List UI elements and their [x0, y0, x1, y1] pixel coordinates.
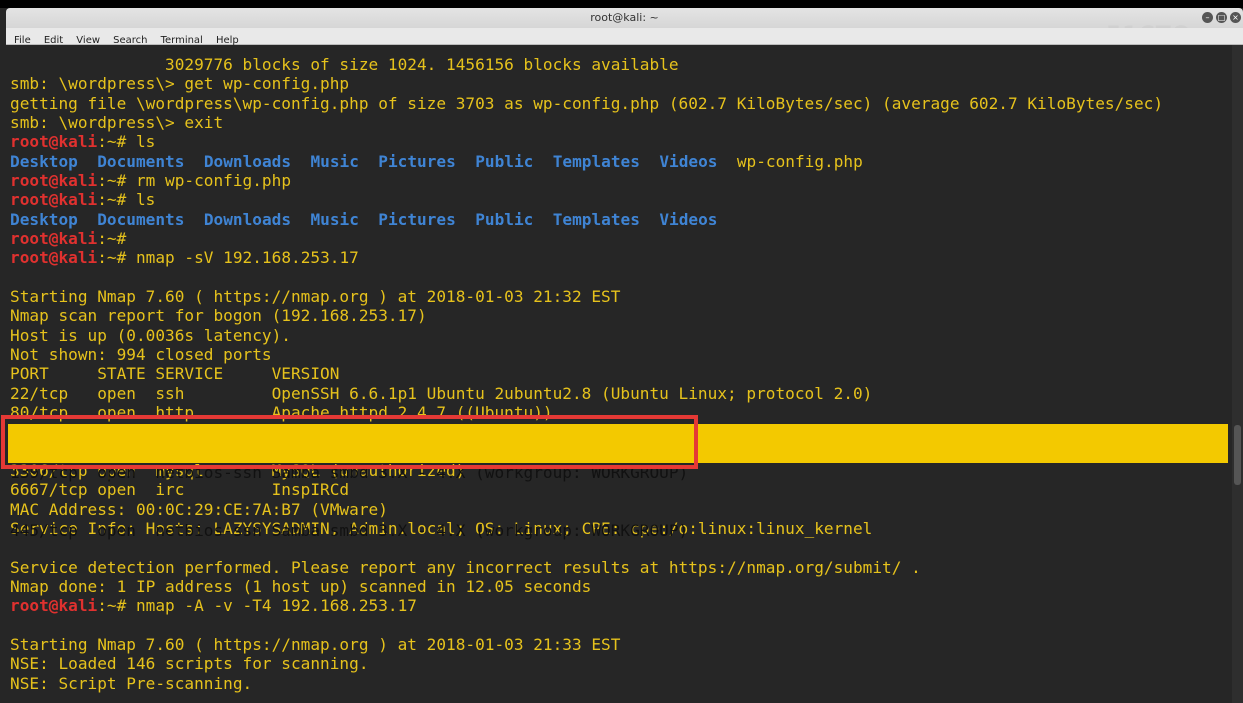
highlighted-line: 445/tcp open netbios-ssn Samba smbd 3.X …: [10, 520, 689, 540]
terminal-line: root@kali:~# ls: [10, 132, 1163, 151]
maximize-icon[interactable]: □: [1216, 12, 1227, 23]
terminal-line: root@kali:~# nmap -A -v -T4 192.168.253.…: [10, 596, 1163, 615]
text: :~# ls: [97, 132, 156, 152]
text: NSE: Script Pre-scanning.: [10, 673, 253, 693]
directory-name: Documents: [97, 209, 185, 229]
scrollbar-thumb[interactable]: [1234, 425, 1241, 485]
text: getting file \wordpress\wp-config.php of…: [10, 93, 1164, 113]
text: Starting Nmap 7.60 ( https://nmap.org ) …: [10, 286, 621, 306]
terminal-line: Not shown: 994 closed ports: [10, 345, 1163, 364]
text: [184, 152, 203, 171]
prompt: root@kali: [10, 248, 98, 268]
directory-name: Pictures: [378, 151, 456, 171]
directory-name: Documents: [97, 151, 185, 171]
directory-name: Public: [475, 151, 534, 171]
directory-name: Public: [475, 209, 534, 229]
prompt: root@kali: [10, 190, 98, 210]
directory-name: Videos: [659, 209, 718, 229]
text: smb: \wordpress\> exit: [10, 112, 224, 132]
terminal-output[interactable]: 3029776 blocks of size 1024. 1456156 blo…: [6, 45, 1232, 703]
window-titlebar[interactable]: root@kali: ~ – □ ×: [6, 8, 1243, 28]
text: NSE: Loaded 146 scripts for scanning.: [10, 654, 369, 674]
prompt: root@kali: [10, 170, 98, 190]
close-icon[interactable]: ×: [1230, 12, 1241, 23]
terminal-line: Host is up (0.0036s latency).: [10, 326, 1163, 345]
directory-name: Templates: [552, 151, 640, 171]
annotation-red-box: [1, 415, 698, 469]
text: [78, 210, 97, 229]
text: 3029776 blocks of size 1024. 1456156 blo…: [10, 55, 679, 74]
prompt: root@kali: [10, 596, 98, 616]
text: [291, 152, 310, 171]
text: :~#: [97, 228, 127, 248]
text: [533, 210, 552, 229]
terminal-line: getting file \wordpress\wp-config.php of…: [10, 94, 1163, 113]
scrollbar[interactable]: [1232, 45, 1243, 703]
terminal-line: NSE: Script Pre-scanning.: [10, 674, 1163, 693]
terminal-line: 22/tcp open ssh OpenSSH 6.6.1p1 Ubuntu 2…: [10, 384, 1163, 403]
text: [359, 210, 378, 229]
text: PORT STATE SERVICE VERSION: [10, 364, 340, 384]
directory-name: Music: [310, 151, 359, 171]
text: [533, 152, 552, 171]
directory-name: Pictures: [378, 209, 456, 229]
text: Starting Nmap 7.60 ( https://nmap.org ) …: [10, 634, 621, 654]
terminal-line: Starting Nmap 7.60 ( https://nmap.org ) …: [10, 635, 1163, 654]
directory-name: Desktop: [10, 151, 78, 171]
text: Service detection performed. Please repo…: [10, 557, 921, 577]
text: [184, 210, 203, 229]
terminal-line: root@kali:~# ls: [10, 190, 1163, 209]
directory-name: Templates: [552, 209, 640, 229]
terminal-line: smb: \wordpress\> exit: [10, 113, 1163, 132]
top-panel: [0, 0, 1243, 8]
text: :~# nmap -sV 192.168.253.17: [97, 248, 359, 268]
text: [359, 152, 378, 171]
terminal-line: Starting Nmap 7.60 ( https://nmap.org ) …: [10, 287, 1163, 306]
directory-name: Downloads: [203, 209, 292, 229]
text: Not shown: 994 closed ports: [10, 344, 272, 364]
prompt: root@kali: [10, 132, 98, 152]
terminal-line: Desktop Documents Downloads Music Pictur…: [10, 152, 1163, 171]
text: Host is up (0.0036s latency).: [10, 325, 291, 345]
text: [640, 210, 659, 229]
directory-name: Desktop: [10, 209, 78, 229]
terminal-line: Desktop Documents Downloads Music Pictur…: [10, 210, 1163, 229]
prompt: root@kali: [10, 228, 98, 248]
text: :~# rm wp-config.php: [97, 170, 292, 190]
terminal-line: root@kali:~# nmap -sV 192.168.253.17: [10, 248, 1163, 267]
text: [456, 152, 475, 171]
terminal-lines: 3029776 blocks of size 1024. 1456156 blo…: [10, 55, 1163, 693]
minimize-icon[interactable]: –: [1202, 12, 1213, 23]
text: smb: \wordpress\> get wp-config.php: [10, 74, 350, 94]
text: [640, 152, 659, 171]
text: :~# ls: [97, 190, 156, 210]
terminal-line: PORT STATE SERVICE VERSION: [10, 364, 1163, 383]
menu-bar: File Edit View Search Terminal Help: [6, 28, 1243, 46]
terminal-line: 3029776 blocks of size 1024. 1456156 blo…: [10, 55, 1163, 74]
text: Nmap scan report for bogon (192.168.253.…: [10, 306, 427, 326]
text: wp-config.php: [717, 151, 863, 171]
terminal-line: root@kali:~#: [10, 229, 1163, 248]
directory-name: Music: [310, 209, 359, 229]
text: [291, 210, 310, 229]
terminal-line: root@kali:~# rm wp-config.php: [10, 171, 1163, 190]
terminal-line: Nmap done: 1 IP address (1 host up) scan…: [10, 577, 1163, 596]
directory-name: Videos: [659, 151, 718, 171]
text: :~# nmap -A -v -T4 192.168.253.17: [97, 596, 417, 616]
terminal-line: Nmap scan report for bogon (192.168.253.…: [10, 306, 1163, 325]
terminal-line: Service detection performed. Please repo…: [10, 558, 1163, 577]
directory-name: Downloads: [203, 151, 292, 171]
window-title: root@kali: ~: [590, 11, 659, 24]
text: [456, 210, 475, 229]
text: Nmap done: 1 IP address (1 host up) scan…: [10, 576, 592, 596]
text: [78, 152, 97, 171]
text: 22/tcp open ssh OpenSSH 6.6.1p1 Ubuntu 2…: [10, 383, 873, 403]
terminal-line: NSE: Loaded 146 scripts for scanning.: [10, 654, 1163, 673]
terminal-line: smb: \wordpress\> get wp-config.php: [10, 74, 1163, 93]
